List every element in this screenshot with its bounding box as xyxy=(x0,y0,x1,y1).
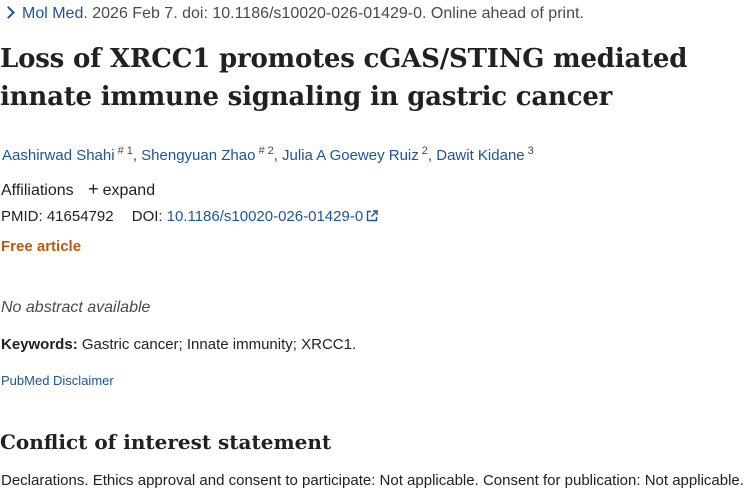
chevron-right-icon xyxy=(2,6,15,19)
conflict-of-interest-text: Declarations. Ethics approval and consen… xyxy=(1,472,744,489)
author-affiliation-number[interactable]: 2 xyxy=(268,145,274,157)
keywords-label: Keywords: xyxy=(1,336,78,353)
plus-icon: + xyxy=(88,179,99,199)
doi-link[interactable]: 10.1186/s10020-026-01429-0 xyxy=(167,208,379,225)
keywords-row: Keywords: Gastric cancer; Innate immunit… xyxy=(1,335,356,355)
expand-affiliations-button[interactable]: + expand xyxy=(88,179,156,199)
affiliations-label: Affiliations xyxy=(1,182,74,199)
author-affiliation-number[interactable]: 2 xyxy=(422,145,428,157)
doi-label: DOI: xyxy=(131,208,163,225)
pmid-value: 41654792 xyxy=(46,208,114,225)
author-equal-contribution-mark: # xyxy=(258,145,265,157)
no-abstract-note: No abstract available xyxy=(1,299,151,316)
affiliations-row: Affiliations + expand xyxy=(1,179,155,201)
citation-line: Mol Med. 2026 Feb 7. doi: 10.1186/s10020… xyxy=(2,4,584,24)
author-list: Aashirwad Shahi #1, Shengyuan Zhao #2, Jul… xyxy=(2,145,534,164)
author-link[interactable]: Julia A Goewey Ruiz xyxy=(282,147,419,164)
author-link[interactable]: Aashirwad Shahi xyxy=(2,147,115,164)
conflict-of-interest-heading: Conflict of interest statement xyxy=(0,430,332,454)
author-link[interactable]: Shengyuan Zhao xyxy=(141,147,255,164)
article-title: Loss of XRCC1 promotes cGAS/STING mediat… xyxy=(0,44,688,112)
author-link[interactable]: Dawit Kidane xyxy=(436,147,524,164)
expand-label: expand xyxy=(102,182,156,199)
journal-link[interactable]: Mol Med. xyxy=(22,5,88,22)
doi-value: 10.1186/s10020-026-01429-0 xyxy=(166,208,364,225)
keywords-text: Gastric cancer; Innate immunity; XRCC1. xyxy=(81,336,357,353)
pubmed-disclaimer-link[interactable]: PubMed Disclaimer xyxy=(1,372,114,390)
external-link-icon xyxy=(366,210,378,222)
author-equal-contribution-mark: # xyxy=(117,145,124,157)
author-affiliation-number[interactable]: 3 xyxy=(528,145,534,157)
author-affiliation-number[interactable]: 1 xyxy=(127,145,133,157)
citation-details: 2026 Feb 7. doi: 10.1186/s10020-026-0142… xyxy=(92,5,584,22)
identifiers-row: PMID: 41654792 DOI: 10.1186/s10020-026-01… xyxy=(1,207,378,227)
pmid-label: PMID: xyxy=(1,208,43,225)
free-article-badge: Free article xyxy=(1,238,82,255)
